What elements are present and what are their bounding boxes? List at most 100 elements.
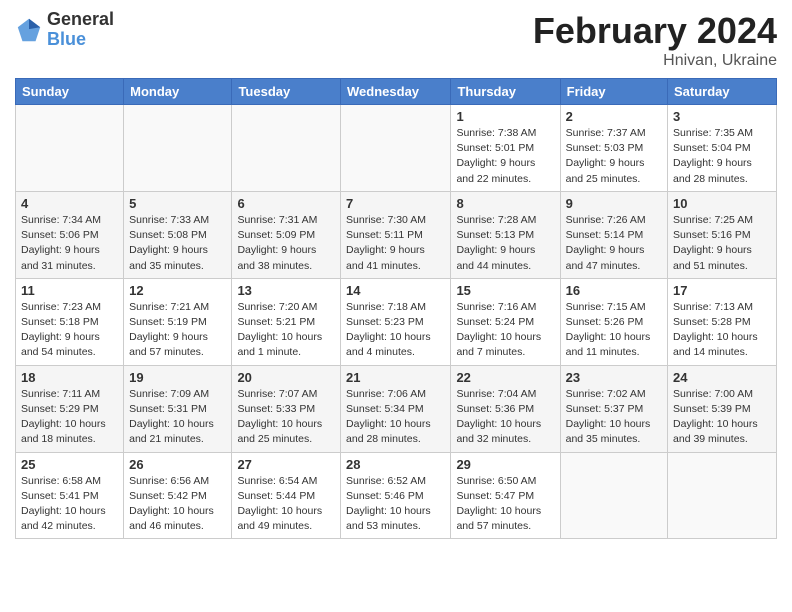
calendar-header-row: SundayMondayTuesdayWednesdayThursdayFrid… bbox=[16, 79, 777, 105]
calendar-day-cell: 7 Sunrise: 7:30 AM Sunset: 5:11 PM Daylig… bbox=[341, 191, 451, 278]
day-number: 14 bbox=[346, 283, 445, 298]
calendar-day-cell: 24 Sunrise: 7:00 AM Sunset: 5:39 PM Dayli… bbox=[668, 365, 777, 452]
calendar-day-cell bbox=[232, 105, 341, 192]
calendar-day-cell bbox=[16, 105, 124, 192]
day-info: Sunrise: 7:34 AM Sunset: 5:06 PM Dayligh… bbox=[21, 213, 118, 274]
day-of-week-header: Friday bbox=[560, 79, 667, 105]
day-info: Sunrise: 6:58 AM Sunset: 5:41 PM Dayligh… bbox=[21, 474, 118, 535]
day-number: 8 bbox=[456, 196, 554, 211]
day-info: Sunrise: 7:11 AM Sunset: 5:29 PM Dayligh… bbox=[21, 387, 118, 448]
calendar-week-row: 1 Sunrise: 7:38 AM Sunset: 5:01 PM Daylig… bbox=[16, 105, 777, 192]
title-block: February 2024 Hnivan, Ukraine bbox=[533, 10, 777, 70]
day-number: 29 bbox=[456, 457, 554, 472]
calendar-day-cell: 23Sunrise: 7:02 AM Sunset: 5:37 PM Dayli… bbox=[560, 365, 667, 452]
day-number: 22 bbox=[456, 370, 554, 385]
day-number: 9 bbox=[566, 196, 662, 211]
calendar-week-row: 18Sunrise: 7:11 AM Sunset: 5:29 PM Dayli… bbox=[16, 365, 777, 452]
day-number: 25 bbox=[21, 457, 118, 472]
calendar-day-cell: 26Sunrise: 6:56 AM Sunset: 5:42 PM Dayli… bbox=[124, 452, 232, 539]
day-number: 17 bbox=[673, 283, 771, 298]
calendar-location: Hnivan, Ukraine bbox=[533, 52, 777, 70]
calendar-day-cell: 4 Sunrise: 7:34 AM Sunset: 5:06 PM Daylig… bbox=[16, 191, 124, 278]
day-info: Sunrise: 7:13 AM Sunset: 5:28 PM Dayligh… bbox=[673, 300, 771, 361]
day-info: Sunrise: 7:35 AM Sunset: 5:04 PM Dayligh… bbox=[673, 126, 771, 187]
calendar-day-cell bbox=[668, 452, 777, 539]
calendar-day-cell: 8 Sunrise: 7:28 AM Sunset: 5:13 PM Daylig… bbox=[451, 191, 560, 278]
calendar-day-cell: 15Sunrise: 7:16 AM Sunset: 5:24 PM Dayli… bbox=[451, 278, 560, 365]
calendar-day-cell: 3 Sunrise: 7:35 AM Sunset: 5:04 PM Daylig… bbox=[668, 105, 777, 192]
day-info: Sunrise: 7:21 AM Sunset: 5:19 PM Dayligh… bbox=[129, 300, 226, 361]
calendar-day-cell: 27 Sunrise: 6:54 AM Sunset: 5:44 PM Dayli… bbox=[232, 452, 341, 539]
day-info: Sunrise: 7:15 AM Sunset: 5:26 PM Dayligh… bbox=[566, 300, 662, 361]
logo: General Blue bbox=[15, 10, 114, 50]
logo-icon bbox=[15, 16, 43, 44]
logo-general-text: General bbox=[47, 10, 114, 30]
calendar-day-cell: 22Sunrise: 7:04 AM Sunset: 5:36 PM Dayli… bbox=[451, 365, 560, 452]
day-number: 27 bbox=[237, 457, 335, 472]
calendar-day-cell: 13 Sunrise: 7:20 AM Sunset: 5:21 PM Dayli… bbox=[232, 278, 341, 365]
day-number: 16 bbox=[566, 283, 662, 298]
day-of-week-header: Wednesday bbox=[341, 79, 451, 105]
calendar-day-cell bbox=[124, 105, 232, 192]
calendar-day-cell: 6 Sunrise: 7:31 AM Sunset: 5:09 PM Daylig… bbox=[232, 191, 341, 278]
calendar-week-row: 25 Sunrise: 6:58 AM Sunset: 5:41 PM Dayli… bbox=[16, 452, 777, 539]
day-of-week-header: Thursday bbox=[451, 79, 560, 105]
day-number: 19 bbox=[129, 370, 226, 385]
day-number: 13 bbox=[237, 283, 335, 298]
day-info: Sunrise: 7:23 AM Sunset: 5:18 PM Dayligh… bbox=[21, 300, 118, 361]
day-info: Sunrise: 6:50 AM Sunset: 5:47 PM Dayligh… bbox=[456, 474, 554, 535]
calendar-day-cell: 21Sunrise: 7:06 AM Sunset: 5:34 PM Dayli… bbox=[341, 365, 451, 452]
day-number: 3 bbox=[673, 109, 771, 124]
calendar-day-cell: 19 Sunrise: 7:09 AM Sunset: 5:31 PM Dayli… bbox=[124, 365, 232, 452]
day-number: 4 bbox=[21, 196, 118, 211]
calendar-day-cell: 12 Sunrise: 7:21 AM Sunset: 5:19 PM Dayli… bbox=[124, 278, 232, 365]
day-info: Sunrise: 7:30 AM Sunset: 5:11 PM Dayligh… bbox=[346, 213, 445, 274]
calendar-day-cell: 25 Sunrise: 6:58 AM Sunset: 5:41 PM Dayli… bbox=[16, 452, 124, 539]
day-info: Sunrise: 7:28 AM Sunset: 5:13 PM Dayligh… bbox=[456, 213, 554, 274]
calendar-day-cell: 14 Sunrise: 7:18 AM Sunset: 5:23 PM Dayli… bbox=[341, 278, 451, 365]
calendar-table: SundayMondayTuesdayWednesdayThursdayFrid… bbox=[15, 78, 777, 539]
day-number: 7 bbox=[346, 196, 445, 211]
day-number: 6 bbox=[237, 196, 335, 211]
day-info: Sunrise: 7:25 AM Sunset: 5:16 PM Dayligh… bbox=[673, 213, 771, 274]
calendar-day-cell: 10 Sunrise: 7:25 AM Sunset: 5:16 PM Dayli… bbox=[668, 191, 777, 278]
day-info: Sunrise: 7:37 AM Sunset: 5:03 PM Dayligh… bbox=[566, 126, 662, 187]
day-number: 1 bbox=[456, 109, 554, 124]
day-number: 24 bbox=[673, 370, 771, 385]
day-info: Sunrise: 7:16 AM Sunset: 5:24 PM Dayligh… bbox=[456, 300, 554, 361]
day-info: Sunrise: 7:38 AM Sunset: 5:01 PM Dayligh… bbox=[456, 126, 554, 187]
calendar-day-cell: 2Sunrise: 7:37 AM Sunset: 5:03 PM Daylig… bbox=[560, 105, 667, 192]
day-number: 12 bbox=[129, 283, 226, 298]
day-info: Sunrise: 7:26 AM Sunset: 5:14 PM Dayligh… bbox=[566, 213, 662, 274]
day-number: 10 bbox=[673, 196, 771, 211]
day-info: Sunrise: 7:31 AM Sunset: 5:09 PM Dayligh… bbox=[237, 213, 335, 274]
calendar-day-cell: 20Sunrise: 7:07 AM Sunset: 5:33 PM Dayli… bbox=[232, 365, 341, 452]
day-number: 28 bbox=[346, 457, 445, 472]
calendar-title: February 2024 bbox=[533, 10, 777, 52]
day-info: Sunrise: 7:02 AM Sunset: 5:37 PM Dayligh… bbox=[566, 387, 662, 448]
day-number: 20 bbox=[237, 370, 335, 385]
day-info: Sunrise: 7:33 AM Sunset: 5:08 PM Dayligh… bbox=[129, 213, 226, 274]
calendar-day-cell: 17 Sunrise: 7:13 AM Sunset: 5:28 PM Dayli… bbox=[668, 278, 777, 365]
logo-text: General Blue bbox=[47, 10, 114, 50]
calendar-day-cell: 5 Sunrise: 7:33 AM Sunset: 5:08 PM Daylig… bbox=[124, 191, 232, 278]
calendar-day-cell: 18Sunrise: 7:11 AM Sunset: 5:29 PM Dayli… bbox=[16, 365, 124, 452]
day-info: Sunrise: 6:54 AM Sunset: 5:44 PM Dayligh… bbox=[237, 474, 335, 535]
day-info: Sunrise: 7:00 AM Sunset: 5:39 PM Dayligh… bbox=[673, 387, 771, 448]
day-of-week-header: Tuesday bbox=[232, 79, 341, 105]
day-of-week-header: Saturday bbox=[668, 79, 777, 105]
day-number: 5 bbox=[129, 196, 226, 211]
day-info: Sunrise: 7:20 AM Sunset: 5:21 PM Dayligh… bbox=[237, 300, 335, 361]
day-info: Sunrise: 7:09 AM Sunset: 5:31 PM Dayligh… bbox=[129, 387, 226, 448]
calendar-day-cell: 1 Sunrise: 7:38 AM Sunset: 5:01 PM Daylig… bbox=[451, 105, 560, 192]
day-info: Sunrise: 6:52 AM Sunset: 5:46 PM Dayligh… bbox=[346, 474, 445, 535]
calendar-day-cell: 9 Sunrise: 7:26 AM Sunset: 5:14 PM Daylig… bbox=[560, 191, 667, 278]
calendar-day-cell: 16 Sunrise: 7:15 AM Sunset: 5:26 PM Dayli… bbox=[560, 278, 667, 365]
calendar-day-cell: 28 Sunrise: 6:52 AM Sunset: 5:46 PM Dayli… bbox=[341, 452, 451, 539]
day-info: Sunrise: 7:18 AM Sunset: 5:23 PM Dayligh… bbox=[346, 300, 445, 361]
day-info: Sunrise: 6:56 AM Sunset: 5:42 PM Dayligh… bbox=[129, 474, 226, 535]
day-number: 11 bbox=[21, 283, 118, 298]
calendar-day-cell: 11 Sunrise: 7:23 AM Sunset: 5:18 PM Dayli… bbox=[16, 278, 124, 365]
calendar-week-row: 4 Sunrise: 7:34 AM Sunset: 5:06 PM Daylig… bbox=[16, 191, 777, 278]
day-number: 21 bbox=[346, 370, 445, 385]
